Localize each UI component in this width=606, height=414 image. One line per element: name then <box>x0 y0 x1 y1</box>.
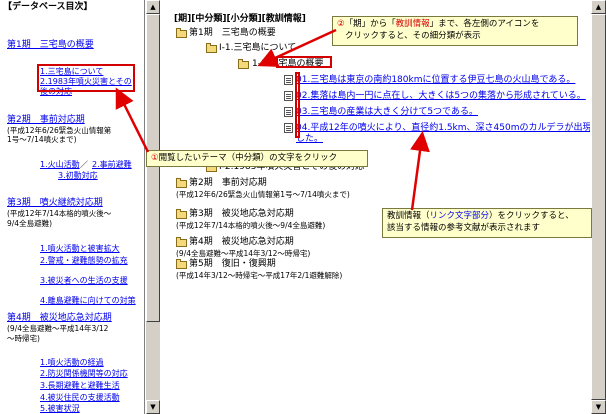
arrow-to-topic <box>115 87 150 153</box>
arrow-to-lesson <box>410 131 430 211</box>
arrow-to-subcategory <box>257 28 337 67</box>
annotation-arrows <box>115 28 430 211</box>
